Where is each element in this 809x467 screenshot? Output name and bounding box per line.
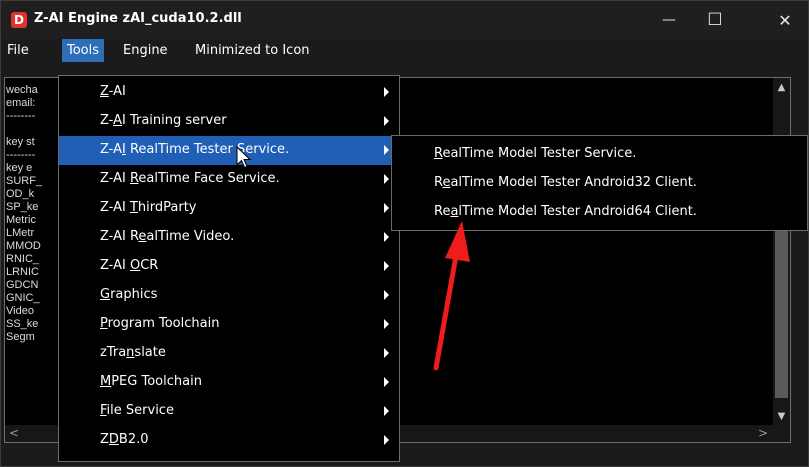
submenu-item-label: RealTime Model Tester Service. — [434, 146, 637, 161]
menu-file[interactable]: File — [2, 39, 34, 62]
scroll-right-icon[interactable]: > — [758, 425, 768, 442]
log-line: -------- — [6, 110, 36, 122]
menu-minimized-to-icon[interactable]: Minimized to Icon — [190, 39, 315, 62]
close-icon: ✕ — [778, 10, 792, 30]
tools-menu-item[interactable]: MPEG Toolchain — [59, 368, 399, 397]
menu-item-label: zTranslate — [100, 345, 166, 360]
tools-menu-item[interactable]: Program Toolchain — [59, 310, 399, 339]
log-line: email: — [6, 97, 36, 109]
log-line: -------- — [6, 149, 36, 161]
app-logo-icon: D — [11, 12, 27, 28]
log-line: MMOD — [6, 240, 41, 252]
menu-item-label: MPEG Toolchain — [100, 374, 202, 389]
submenu-arrow-icon — [384, 435, 389, 445]
menu-item-label: Graphics — [100, 287, 158, 302]
menu-item-label: Z-AI OCR — [100, 258, 159, 273]
submenu-item[interactable]: RealTime Model Tester Android32 Client. — [392, 168, 807, 197]
tools-menu-item[interactable]: Z-AI ThirdParty — [59, 194, 399, 223]
submenu-arrow-icon — [384, 348, 389, 358]
vertical-scrollbar[interactable]: ▲ ▼ — [773, 78, 790, 442]
menu-item-label: Program Toolchain — [100, 316, 220, 331]
window-title: Z-AI Engine zAI_cuda10.2.dll — [34, 11, 242, 26]
log-line: RNIC_ — [6, 253, 40, 265]
tools-menu-item[interactable]: Z-AI RealTime Face Service. — [59, 165, 399, 194]
minimize-button[interactable]: — — [646, 1, 692, 39]
submenu-item[interactable]: RealTime Model Tester Android64 Client. — [392, 197, 807, 226]
tools-menu-item[interactable]: File Service — [59, 397, 399, 426]
maximize-button[interactable]: ☐ — [692, 1, 738, 39]
log-line: SURF_ — [6, 175, 43, 187]
menu-item-label: Z-AI Training server — [100, 113, 227, 128]
menu-item-label: File Service — [100, 403, 174, 418]
maximize-icon: ☐ — [707, 10, 723, 30]
menu-item-label: ZDB2.0 — [100, 432, 149, 447]
log-line: SP_ke — [6, 201, 39, 213]
menu-item-label: Z-AI RealTime Tester Service. — [100, 142, 290, 157]
title-bar[interactable]: D Z-AI Engine zAI_cuda10.2.dll — ☐ ✕ — [1, 1, 808, 39]
log-line: Segm — [6, 331, 35, 343]
close-button[interactable]: ✕ — [762, 1, 808, 39]
submenu-arrow-icon — [384, 290, 389, 300]
mouse-cursor-icon — [236, 146, 252, 169]
submenu-item[interactable]: RealTime Model Tester Service. — [392, 139, 807, 168]
tools-menu-item[interactable]: Graphics — [59, 281, 399, 310]
log-line: wecha — [6, 84, 38, 96]
log-line: Video — [6, 305, 34, 317]
menu-engine[interactable]: Engine — [118, 39, 173, 62]
tools-menu-item[interactable]: Z-AI OCR — [59, 252, 399, 281]
tools-menu-item[interactable]: ZDB2.0 — [59, 426, 399, 455]
submenu-item-label: RealTime Model Tester Android64 Client. — [434, 204, 697, 219]
menu-item-label: Z-AI ThirdParty — [100, 200, 197, 215]
submenu-arrow-icon — [384, 406, 389, 416]
submenu-arrow-icon — [384, 87, 389, 97]
submenu-arrow-icon — [384, 145, 389, 155]
scroll-down-icon[interactable]: ▼ — [773, 408, 790, 426]
scroll-up-icon[interactable]: ▲ — [773, 78, 790, 96]
submenu-item-label: RealTime Model Tester Android32 Client. — [434, 175, 697, 190]
log-line: key e — [6, 162, 33, 174]
submenu-arrow-icon — [384, 116, 389, 126]
submenu-arrow-icon — [384, 261, 389, 271]
submenu-arrow-icon — [384, 377, 389, 387]
log-line: LRNIC — [6, 266, 40, 278]
scroll-thumb[interactable] — [775, 228, 788, 398]
tools-menu-item[interactable]: Z-AI Training server — [59, 107, 399, 136]
realtime-tester-submenu: RealTime Model Tester Service. RealTime M… — [391, 135, 808, 231]
log-line: OD_k — [6, 188, 35, 200]
submenu-arrow-icon — [384, 319, 389, 329]
tools-menu-item[interactable]: Z-AI RealTime Video. — [59, 223, 399, 252]
tools-menu-item[interactable]: Z-AI — [59, 78, 399, 107]
menu-tools[interactable]: Tools — [62, 39, 105, 62]
submenu-arrow-icon — [384, 174, 389, 184]
submenu-arrow-icon — [384, 203, 389, 213]
log-text: wecha email: -------- key st -------- key e SU… — [6, 84, 42, 344]
menu-bar: File Tools Engine Minimized to Icon — [1, 39, 808, 62]
log-line: SS_ke — [6, 318, 39, 330]
log-line: key st — [6, 136, 35, 148]
tools-menu-item[interactable]: zTranslate — [59, 339, 399, 368]
menu-item-label: Z-AI RealTime Video. — [100, 229, 235, 244]
log-line: GDCN — [6, 279, 39, 291]
tools-dropdown-menu: Z-AI Z-AI Training server Z-AI RealTime Te… — [58, 75, 400, 462]
tools-menu-item[interactable]: Z-AI RealTime Tester Service. — [59, 136, 399, 165]
log-line: Metric — [6, 214, 36, 226]
submenu-arrow-icon — [384, 232, 389, 242]
minimize-icon: — — [662, 12, 676, 28]
log-line: LMetr — [6, 227, 35, 239]
log-line: GNIC_ — [6, 292, 40, 304]
menu-item-label: Z-AI — [100, 84, 126, 99]
scroll-left-icon[interactable]: < — [9, 425, 19, 442]
menu-item-label: Z-AI RealTime Face Service. — [100, 171, 280, 186]
